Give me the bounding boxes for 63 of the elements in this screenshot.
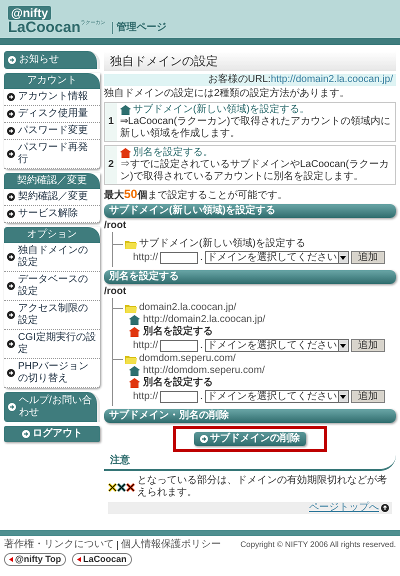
sidebar-item[interactable]: PHPバージョンの切り替え <box>4 359 100 388</box>
intro-text: 独自ドメインの設定には2種類の設定方法があります。 <box>104 88 351 100</box>
sidebar-item[interactable]: パスワード再発行 <box>4 140 100 169</box>
url-label: お客様のURL: <box>208 74 271 85</box>
add-button[interactable]: 追加 <box>350 390 385 403</box>
dot-separator: . <box>200 390 203 402</box>
method-description: ⇒すでに設定されているサブドメインやLaCoocan(ラクーカン)で取得されているアカウントに別名を設定します。 <box>120 159 390 183</box>
method-description: ⇒LaCoocan(ラクーカン)で取得されたアカウントの領域内に新しい領域を作成します。 <box>120 116 392 140</box>
method-number: 1 <box>105 103 117 141</box>
copyright-text: Copyright © NIFTY 2006 All rights reserved. <box>240 539 396 551</box>
section-header: 別名を設定する <box>104 270 396 284</box>
sidebar-item[interactable]: 独自ドメインの設定 <box>4 243 100 272</box>
domain-select[interactable]: ドメインを選択してください <box>204 339 349 352</box>
sidebar-item[interactable]: サービス解除 <box>4 206 100 223</box>
section-header: サブドメイン(新しい領域)を設定する <box>104 204 396 218</box>
url-prefix: http:// <box>133 390 158 402</box>
sidebar-item[interactable]: CGI定期実行の設定 <box>4 330 100 359</box>
sidebar-item[interactable]: データベースの設定 <box>4 272 100 301</box>
footer-link[interactable]: 著作権・リンクについて <box>4 539 114 551</box>
notice-text: となっている部分は、ドメインの有効期限切れなどが考えられます。 <box>137 475 388 499</box>
header-title: 管理ページ <box>112 22 167 34</box>
dot-separator: . <box>200 340 203 352</box>
sidebar-link[interactable]: ヘルプ/お問い合わせ <box>4 392 100 422</box>
alias-label: 別名を設定する <box>143 377 213 389</box>
tree-root: /root <box>104 220 128 232</box>
folder-label: サブドメイン(新しい領域)を設定する <box>139 238 306 250</box>
page-title: 独自ドメインの設定 <box>104 51 396 71</box>
limit-text: 最大50個まで設定することが可能です。 <box>104 188 288 202</box>
logout-button[interactable]: ログアウト <box>4 426 100 442</box>
sidebar-heading: オプション <box>4 227 100 243</box>
folder-name: domain2.la.coocan.jp/ <box>139 302 236 314</box>
url-link[interactable]: http://domain2.la.coocan.jp/ <box>270 74 393 85</box>
sidebar-item[interactable]: アクセス制限の設定 <box>4 301 100 330</box>
footer-badge-link[interactable]: LaCoocan <box>72 553 132 566</box>
domain-url: http://domdom.seperu.com/ <box>143 365 265 376</box>
section-header: サブドメイン・別名の削除 <box>104 409 396 423</box>
sidebar-heading: 契約確認／変更 <box>4 173 100 189</box>
url-prefix: http:// <box>133 252 158 264</box>
domain-select[interactable]: ドメインを選択してください <box>204 390 349 403</box>
folder-name: domdom.seperu.com/ <box>139 353 236 365</box>
url-prefix: http:// <box>133 340 158 352</box>
alias-label: 別名を設定する <box>143 326 213 338</box>
sidebar-item[interactable]: 契約確認／変更 <box>4 189 100 206</box>
sidebar-link[interactable]: お知らせ <box>4 51 100 69</box>
brand-logo[interactable]: LaCoocan <box>8 20 81 36</box>
service-logo[interactable]: @nifty <box>8 6 52 20</box>
tree-root: /root <box>104 286 128 298</box>
add-button[interactable]: 追加 <box>350 251 385 264</box>
footer-badge-link[interactable]: @nifty Top <box>4 553 66 566</box>
domain-url: http://domain2.la.coocan.jp/ <box>143 314 266 325</box>
footer-link[interactable]: 個人情報保護ポリシー <box>121 539 221 551</box>
sidebar-item[interactable]: アカウント情報 <box>4 89 100 106</box>
delete-subdomain-button[interactable]: サブドメインの削除 <box>194 432 306 446</box>
add-button[interactable]: 追加 <box>350 339 385 352</box>
sidebar-item[interactable]: ディスク使用量 <box>4 106 100 123</box>
dot-separator: . <box>200 252 203 264</box>
method-title-link[interactable]: 別名を設定する。 <box>133 147 213 159</box>
method-title-link[interactable]: サブドメイン(新しい領域)を設定する。 <box>133 104 310 116</box>
notice-heading: 注意 <box>104 455 396 471</box>
domain-select[interactable]: ドメインを選択してください <box>204 251 349 264</box>
sidebar-item[interactable]: パスワード変更 <box>4 123 100 140</box>
method-number: 2 <box>105 146 117 184</box>
sidebar-heading: アカウント <box>4 73 100 89</box>
